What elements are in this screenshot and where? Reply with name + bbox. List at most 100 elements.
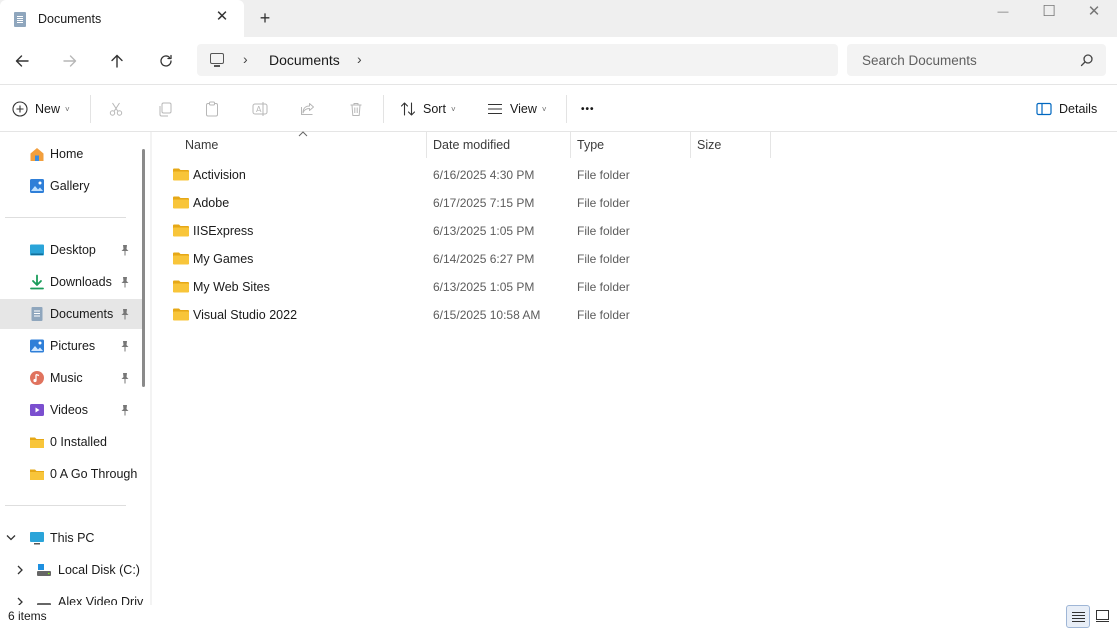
pin-icon[interactable] <box>120 372 130 384</box>
details-pane-button[interactable]: Details <box>1036 97 1097 121</box>
cut-button[interactable] <box>108 97 124 121</box>
new-button[interactable]: New ˅ <box>12 97 70 121</box>
column-header-date-modified[interactable]: Date modified <box>427 132 570 158</box>
sidebar-item-documents[interactable]: Documents <box>0 299 142 329</box>
file-name: My Web Sites <box>193 280 270 294</box>
share-button[interactable] <box>300 97 316 121</box>
toolbar-divider <box>90 95 91 123</box>
delete-button[interactable] <box>348 97 364 121</box>
table-row[interactable]: IISExpress 6/13/2025 1:05 PM File folder <box>166 217 766 245</box>
sidebar-item-videos[interactable]: Videos <box>0 395 142 425</box>
column-header-size[interactable]: Size <box>691 132 770 158</box>
downloads-icon <box>30 274 44 290</box>
copy-icon <box>159 102 172 117</box>
pin-icon[interactable] <box>120 340 130 352</box>
sidebar-divider <box>5 217 126 218</box>
column-header-name[interactable]: Name <box>152 132 426 158</box>
paste-icon <box>206 101 218 117</box>
sidebar-item-label: Videos <box>50 403 88 417</box>
folder-icon <box>30 469 44 480</box>
table-row[interactable]: Adobe 6/17/2025 7:15 PM File folder <box>166 189 766 217</box>
folder-icon <box>173 224 189 237</box>
folder-icon <box>173 168 189 181</box>
documents-icon <box>31 307 43 321</box>
sidebar-item-desktop[interactable]: Desktop <box>0 235 142 265</box>
table-row[interactable]: Visual Studio 2022 6/15/2025 10:58 AM Fi… <box>166 301 766 329</box>
sidebar-item-label: 0 Installed <box>50 435 107 449</box>
column-divider[interactable] <box>770 132 771 158</box>
breadcrumb-separator[interactable]: › <box>357 51 362 67</box>
address-bar[interactable]: › Documents › <box>197 44 838 76</box>
sidebar-item-label: This PC <box>50 531 95 545</box>
drive-icon <box>37 564 51 576</box>
share-icon <box>301 103 314 115</box>
view-button[interactable]: View ˅ <box>487 97 547 121</box>
forward-button[interactable] <box>58 49 82 73</box>
more-options-button[interactable]: ••• <box>581 97 595 121</box>
refresh-icon <box>160 54 172 67</box>
sidebar-item-this-pc[interactable]: This PC <box>0 523 142 553</box>
large-icons-view-icon <box>1096 610 1109 622</box>
sidebar-item-0-installed[interactable]: 0 Installed <box>0 427 142 457</box>
home-icon <box>30 148 44 161</box>
search-input[interactable]: Search Documents <box>847 44 1106 76</box>
refresh-button[interactable] <box>154 49 178 73</box>
folder-icon <box>173 196 189 209</box>
file-date: 6/16/2025 4:30 PM <box>433 168 535 182</box>
drive-icon <box>37 603 51 605</box>
rename-button[interactable]: A <box>252 97 268 121</box>
pin-icon[interactable] <box>120 244 130 256</box>
tab-documents[interactable]: Documents ✕ <box>0 0 244 37</box>
new-button-label: New <box>35 102 61 116</box>
new-tab-button[interactable]: + <box>256 9 274 27</box>
sidebar-item-gallery[interactable]: Gallery <box>0 171 142 201</box>
minimize-button[interactable]: — <box>980 0 1026 28</box>
chevron-right-icon[interactable] <box>16 597 24 605</box>
chevron-down-icon[interactable] <box>6 534 16 542</box>
search-icon[interactable] <box>1080 53 1094 67</box>
sidebar-item-local-disk-c[interactable]: Local Disk (C:) <box>0 555 142 585</box>
command-bar: New ˅ A Sort ˅ View ˅ ••• Details <box>0 85 1117 132</box>
navigation-pane[interactable]: Home Gallery Desktop Downloads Documents… <box>0 132 150 605</box>
breadcrumb-separator[interactable]: › <box>243 51 248 67</box>
desktop-icon <box>30 244 44 256</box>
pin-icon[interactable] <box>120 276 130 288</box>
column-header-label: Date modified <box>433 138 511 152</box>
details-view-icon <box>1072 612 1085 622</box>
sidebar-item-music[interactable]: Music <box>0 363 142 393</box>
chevron-right-icon[interactable] <box>16 565 24 575</box>
paste-button[interactable] <box>204 97 220 121</box>
sidebar-item-label: Music <box>50 371 83 385</box>
copy-button[interactable] <box>157 97 173 121</box>
close-window-button[interactable]: ✕ <box>1071 0 1117 28</box>
sidebar-item-home[interactable]: Home <box>0 139 142 169</box>
file-type: File folder <box>577 168 630 182</box>
sidebar-item-0-a-go-through[interactable]: 0 A Go Through <box>0 459 142 489</box>
pin-icon[interactable] <box>120 404 130 416</box>
file-type: File folder <box>577 224 630 238</box>
sort-button[interactable]: Sort ˅ <box>400 97 456 121</box>
column-header-type[interactable]: Type <box>571 132 690 158</box>
large-icons-view-button[interactable] <box>1092 605 1114 628</box>
tab-close-button[interactable]: ✕ <box>214 9 230 25</box>
table-row[interactable]: My Games 6/14/2025 6:27 PM File folder <box>166 245 766 273</box>
sidebar-scrollbar[interactable] <box>142 149 145 387</box>
this-pc-icon[interactable] <box>210 53 224 67</box>
sidebar-item-pictures[interactable]: Pictures <box>0 331 142 361</box>
file-list[interactable]: Name Date modified Type Size Activision … <box>152 131 1117 605</box>
column-header-label: Size <box>697 138 722 152</box>
up-button[interactable] <box>105 49 129 73</box>
table-row[interactable]: My Web Sites 6/13/2025 1:05 PM File fold… <box>166 273 766 301</box>
address-bar-row: › Documents › Search Documents <box>0 37 1117 85</box>
pin-icon[interactable] <box>120 308 130 320</box>
trash-icon <box>350 103 362 116</box>
back-button[interactable] <box>10 49 34 73</box>
maximize-button[interactable]: ☐ <box>1026 0 1072 28</box>
sidebar-item-video-drive[interactable]: Alex Video Driv <box>0 587 143 605</box>
details-view-button[interactable] <box>1066 605 1090 628</box>
cut-icon <box>109 102 123 116</box>
table-row[interactable]: Activision 6/16/2025 4:30 PM File folder <box>166 161 766 189</box>
breadcrumb-documents[interactable]: Documents <box>269 52 340 68</box>
sidebar-item-downloads[interactable]: Downloads <box>0 267 142 297</box>
sidebar-item-label: Pictures <box>50 339 96 353</box>
